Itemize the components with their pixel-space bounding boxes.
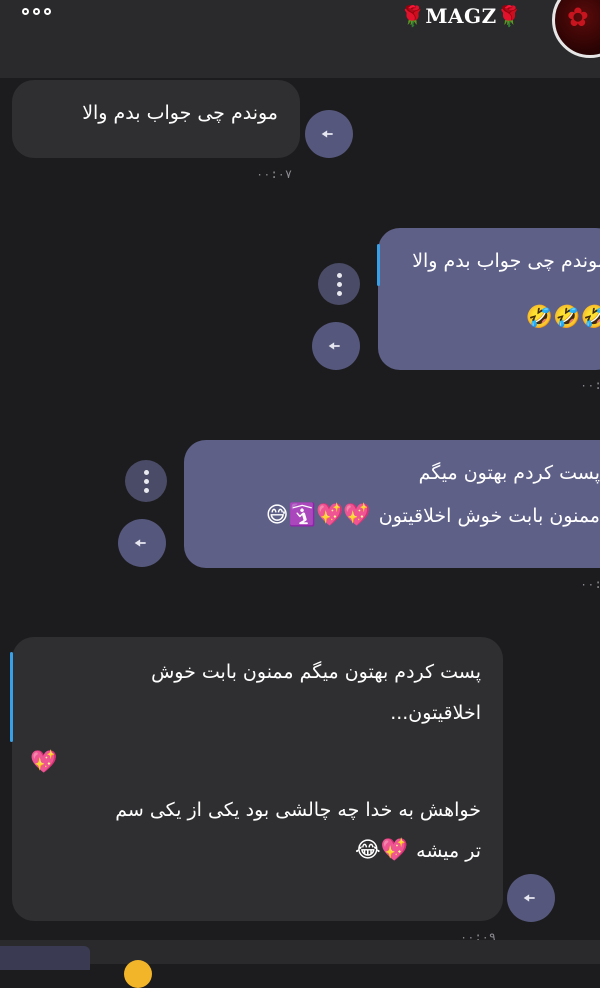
- message-text: موندم چی جواب بدم والا: [412, 250, 600, 272]
- quote-emoji: 💖: [30, 750, 58, 776]
- emoji-icon[interactable]: [124, 960, 152, 988]
- message-time: ۰۰:: [580, 577, 600, 591]
- quote-text-line2: اخلاقیتون...: [390, 701, 481, 724]
- message-menu-button[interactable]: [125, 460, 167, 502]
- input-bar: [0, 940, 600, 988]
- message-menu-button[interactable]: [318, 263, 360, 305]
- message-time: ۰۰:: [580, 378, 600, 392]
- reply-button[interactable]: [312, 322, 360, 370]
- reply-icon: [321, 130, 333, 138]
- reply-icon: [328, 342, 340, 350]
- quote-bar: [377, 244, 380, 286]
- rose-icon: ✿: [567, 3, 589, 33]
- message-bubble-incoming[interactable]: پست کردم بهتون میگم ممنون بابت خوش اخلاق…: [12, 637, 503, 921]
- message-bubble-incoming[interactable]: موندم چی جواب بدم والا: [12, 80, 300, 158]
- reply-button[interactable]: [118, 519, 166, 567]
- reply-button[interactable]: [507, 874, 555, 922]
- chat-header: 🌹MAGZ🌹 ✿: [0, 0, 600, 78]
- message-text-line1: پست کردم بهتون میگم: [418, 462, 600, 484]
- vertical-dots-icon: [336, 272, 342, 296]
- message-emoji: 😂💖: [355, 837, 409, 863]
- message-text-line2: تر میشه: [416, 839, 481, 862]
- message-emoji: 😅🛐💖💖: [265, 502, 371, 528]
- message-text-line1: خواهش به خدا چه چالشی بود یکی از یکی سم: [115, 798, 481, 821]
- reply-icon: [134, 539, 146, 547]
- message-text: موندم چی جواب بدم والا: [82, 102, 278, 124]
- quote-text-line1: پست کردم بهتون میگم ممنون بابت خوش: [151, 661, 481, 683]
- avatar[interactable]: ✿: [552, 0, 600, 58]
- message-bubble-outgoing[interactable]: موندم چی جواب بدم والا 🤣🤣🤣: [378, 228, 600, 370]
- reply-icon: [523, 894, 535, 902]
- message-time: ۰۰:۰۷: [256, 167, 293, 181]
- quote-bar: [10, 652, 13, 742]
- chat-title[interactable]: 🌹MAGZ🌹: [400, 4, 522, 28]
- message-bubble-outgoing[interactable]: پست کردم بهتون میگم ممنون بابت خوش اخلاق…: [184, 440, 600, 568]
- reply-button[interactable]: [305, 110, 353, 158]
- attachment-tab[interactable]: [0, 946, 90, 970]
- message-text-line2: ممنون بابت خوش اخلاقیتون: [378, 504, 600, 527]
- vertical-dots-icon: [143, 469, 149, 493]
- more-options-icon[interactable]: [22, 8, 51, 15]
- message-emoji: 🤣🤣🤣: [525, 304, 600, 330]
